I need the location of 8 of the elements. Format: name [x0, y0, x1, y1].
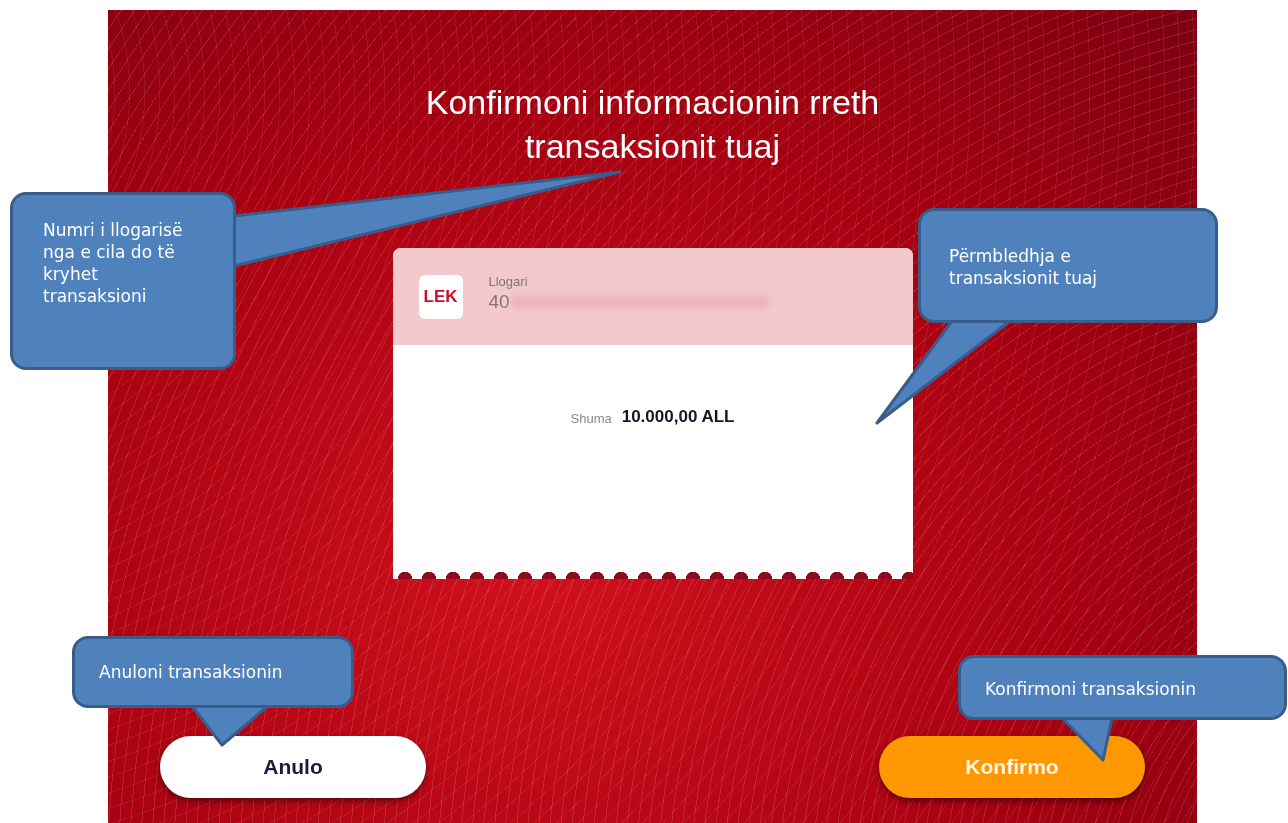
screen-title: Konfirmoni informacionin rreth transaksionit tuaj	[424, 82, 881, 167]
amount-label: Shuma	[570, 411, 612, 426]
amount-value: 10.000,00 ALL	[621, 407, 735, 427]
account-number: 40	[488, 291, 510, 313]
cancel-button[interactable]: Anulo	[160, 736, 426, 798]
callout-box: Numri i llogarisë nga e cila do të kryhet transaksioni	[10, 192, 236, 370]
account-label: Llogari	[488, 274, 529, 289]
currency-badge: LEK	[418, 274, 463, 319]
